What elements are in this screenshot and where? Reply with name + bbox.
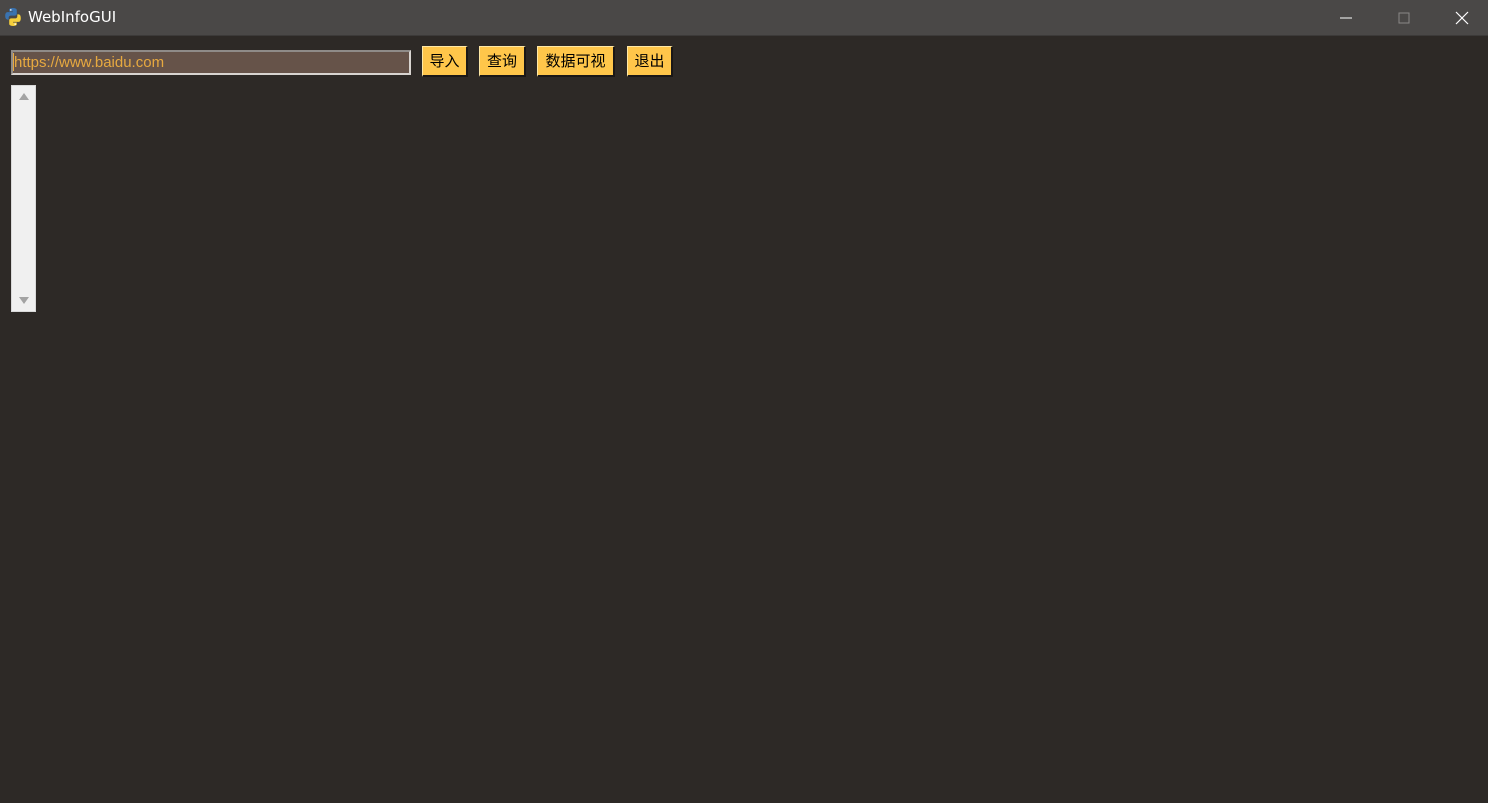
title-bar[interactable]: WebInfoGUI [0, 0, 1488, 36]
url-input[interactable] [11, 50, 411, 75]
maximize-button[interactable] [1375, 0, 1433, 36]
maximize-icon [1398, 12, 1410, 24]
python-icon [3, 7, 23, 27]
minimize-icon [1340, 17, 1352, 19]
close-button[interactable] [1433, 0, 1488, 36]
visualize-button[interactable]: 数据可视 [537, 46, 615, 77]
query-button[interactable]: 查询 [479, 46, 526, 77]
scroll-down-arrow-icon[interactable] [18, 295, 30, 305]
close-icon [1455, 11, 1469, 25]
import-button[interactable]: 导入 [422, 46, 468, 77]
results-scrollbar[interactable] [11, 85, 36, 312]
main-window: WebInfoGUI 导入 查询 数据可视 退出 [0, 0, 1488, 803]
scroll-up-arrow-icon[interactable] [18, 92, 30, 102]
exit-button[interactable]: 退出 [627, 46, 673, 77]
minimize-button[interactable] [1317, 0, 1375, 36]
window-title: WebInfoGUI [28, 8, 117, 26]
text-caret [13, 53, 14, 71]
